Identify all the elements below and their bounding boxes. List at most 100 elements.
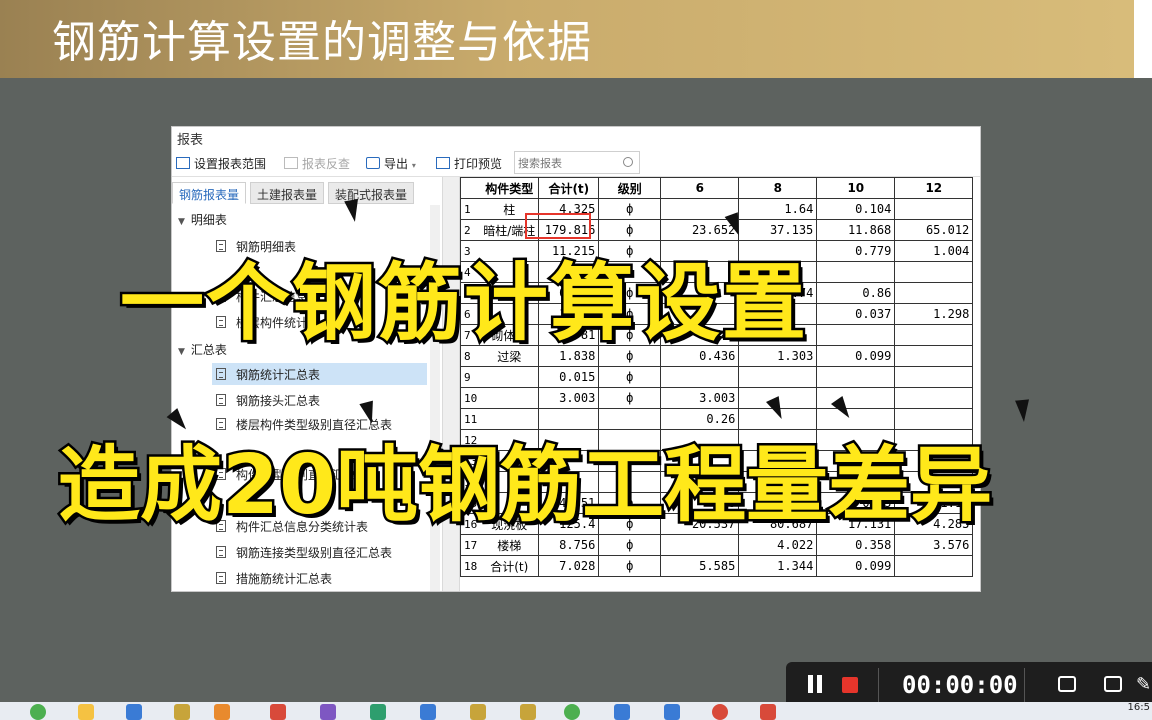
report-toolbar: 设置报表范围 报表反查 导出 ▾ 打印预览 <box>172 149 980 177</box>
app-icon[interactable] <box>420 704 436 720</box>
set-scope-button[interactable]: 设置报表范围 <box>176 155 266 172</box>
tree-item-joint-summary[interactable]: 钢筋接头汇总表 <box>212 389 427 411</box>
tab-civil-report[interactable]: 土建报表量 <box>250 182 325 204</box>
document-icon <box>216 546 226 558</box>
pause-button[interactable] <box>808 675 822 693</box>
table-cell-c12 <box>894 324 974 346</box>
app-icon[interactable] <box>712 704 728 720</box>
table-cell-c12: 1.004 <box>894 240 974 262</box>
table-cell-c12 <box>894 282 974 304</box>
table-cell-type: 合计(t) <box>480 555 540 577</box>
title-banner: 钢筋计算设置的调整与依据 <box>0 0 1134 78</box>
caption-line-2: 造成20吨钢筋工程量差异 <box>55 436 994 536</box>
table-header: 合计(t) <box>538 177 600 199</box>
table-cell-c10: 0.358 <box>816 534 896 556</box>
table-cell-total: 8.756 <box>538 534 600 556</box>
table-cell-c6 <box>660 366 740 388</box>
search-icon[interactable] <box>623 157 633 167</box>
table-cell-total: 0.015 <box>538 366 600 388</box>
system-clock: 16:5 <box>1127 702 1150 713</box>
table-cell-c10: 0.037 <box>816 303 896 325</box>
table-cell-c12 <box>894 261 974 283</box>
table-cell-c10 <box>816 387 896 409</box>
app-icon[interactable] <box>470 704 486 720</box>
document-icon <box>216 368 226 380</box>
table-header: 级别 <box>598 177 662 199</box>
table-cell-grade: ф <box>598 198 662 220</box>
table-cell-c8: 1.64 <box>738 198 818 220</box>
table-cell-c8: 1.344 <box>738 555 818 577</box>
app-icon[interactable] <box>320 704 336 720</box>
table-cell-type <box>480 387 540 409</box>
taskbar <box>0 702 1152 720</box>
app-icon[interactable] <box>214 704 230 720</box>
table-cell-c12 <box>894 345 974 367</box>
table-cell-grade: ф <box>598 555 662 577</box>
tree-item-connection-summary[interactable]: 钢筋连接类型级别直径汇总表 <box>212 541 427 563</box>
app-icon[interactable] <box>270 704 286 720</box>
table-cell-c10 <box>816 324 896 346</box>
table-cell-c6: 5.585 <box>660 555 740 577</box>
report-tabs: 钢筋报表量 土建报表量 装配式报表量 <box>172 182 442 204</box>
reverse-check-button[interactable]: 报表反查 <box>284 155 350 172</box>
table-header-index <box>460 177 481 199</box>
table-cell-total: 7.028 <box>538 555 600 577</box>
app-icon[interactable] <box>174 704 190 720</box>
table-header: 12 <box>894 177 974 199</box>
app-icon[interactable] <box>760 704 776 720</box>
report-search[interactable] <box>514 151 640 174</box>
tree-group-detail[interactable]: ▼ 明细表 <box>178 211 227 228</box>
spark-mark <box>1015 399 1031 423</box>
app-icon[interactable] <box>564 704 580 720</box>
screenshot-icon[interactable] <box>1058 676 1076 692</box>
table-cell-c12: 3.576 <box>894 534 974 556</box>
recorder-separator <box>1024 668 1025 702</box>
table-row[interactable]: 17 楼梯 8.756 ф 4.022 0.358 3.576 <box>460 534 974 556</box>
app-icon[interactable] <box>520 704 536 720</box>
table-cell-grade: ф <box>598 366 662 388</box>
stop-button[interactable] <box>842 677 858 693</box>
app-icon[interactable] <box>126 704 142 720</box>
row-index: 17 <box>460 534 481 556</box>
row-index: 9 <box>460 366 481 388</box>
print-preview-button[interactable]: 打印预览 <box>436 155 502 172</box>
table-row[interactable]: 18 合计(t) 7.028 ф 5.585 1.344 0.099 <box>460 555 974 577</box>
table-cell-c10 <box>816 366 896 388</box>
pen-icon[interactable]: ✎ <box>1136 674 1151 695</box>
caption-line-1: 一个钢筋计算设置 <box>117 252 809 355</box>
window-title: 报表 <box>177 133 204 148</box>
table-row[interactable]: 10 3.003 ф 3.003 <box>460 387 974 409</box>
table-header-row: 构件类型 合计(t) 级别 6 8 10 12 <box>460 177 974 199</box>
camera-icon[interactable] <box>1104 676 1122 692</box>
table-cell-total: 3.003 <box>538 387 600 409</box>
printer-icon <box>436 157 450 169</box>
grid-icon <box>176 157 190 169</box>
folder-icon[interactable] <box>78 704 94 720</box>
browser-icon[interactable] <box>30 704 46 720</box>
tree-item-measure-summary[interactable]: 措施筋统计汇总表 <box>212 567 427 589</box>
triangle-down-icon[interactable]: ▼ <box>178 217 185 227</box>
tab-rebar-report[interactable]: 钢筋报表量 <box>172 182 247 204</box>
table-row[interactable]: 9 0.015 ф <box>460 366 974 388</box>
banner-edge <box>1134 0 1152 78</box>
table-cell-c12 <box>894 366 974 388</box>
export-button[interactable]: 导出 ▾ <box>366 155 416 172</box>
row-index: 1 <box>460 198 481 220</box>
search-input[interactable] <box>515 153 615 174</box>
banner-title: 钢筋计算设置的调整与依据 <box>52 17 592 68</box>
table-cell-type: 楼梯 <box>480 534 540 556</box>
table-cell-c12 <box>894 555 974 577</box>
recorder-separator <box>878 668 879 702</box>
row-index: 10 <box>460 387 481 409</box>
app-icon[interactable] <box>614 704 630 720</box>
table-cell-c10: 0.099 <box>816 555 896 577</box>
table-header: 构件类型 <box>480 177 540 199</box>
app-icon[interactable] <box>664 704 680 720</box>
tree-item-rebar-summary[interactable]: 钢筋统计汇总表 <box>212 363 427 385</box>
tab-prefab-report[interactable]: 装配式报表量 <box>328 182 415 204</box>
table-cell-c10: 0.86 <box>816 282 896 304</box>
app-icon[interactable] <box>370 704 386 720</box>
table-cell-type <box>480 366 540 388</box>
table-cell-c8 <box>738 366 818 388</box>
table-cell-c10: 0.099 <box>816 345 896 367</box>
